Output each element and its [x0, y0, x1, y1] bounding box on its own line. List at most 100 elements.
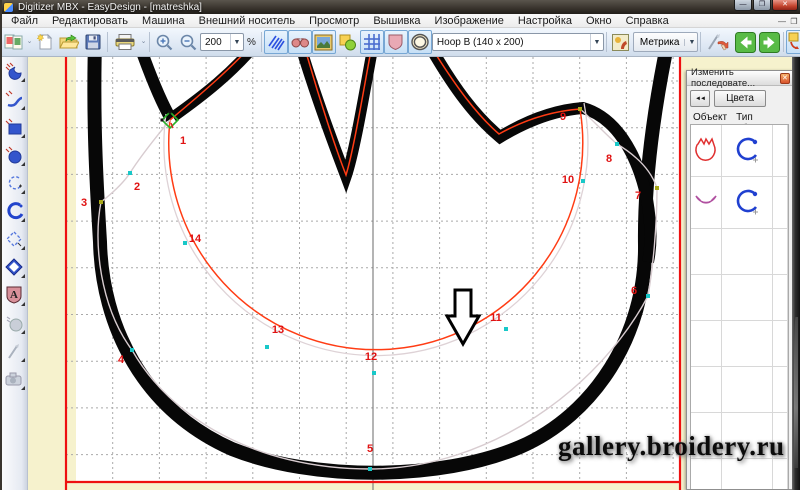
open-design-button[interactable] — [57, 30, 81, 54]
chevron-down-icon[interactable]: ▼ — [684, 39, 695, 46]
menu-item-редактировать[interactable]: Редактировать — [45, 14, 135, 28]
row-spacer — [773, 177, 788, 228]
trueview-toggle[interactable] — [288, 30, 312, 54]
chevron-down-icon[interactable]: ▼ — [590, 34, 603, 50]
stitch-point-marker[interactable] — [265, 345, 269, 349]
object-list-empty-row[interactable] — [691, 275, 788, 321]
stitch-point-marker[interactable] — [128, 171, 132, 175]
red-crown-outline[interactable] — [691, 125, 722, 176]
close-button[interactable]: ✕ — [772, 0, 798, 11]
menu-item-вышивка[interactable]: Вышивка — [366, 14, 427, 28]
menu-item-машина[interactable]: Машина — [135, 14, 192, 28]
hoop-select-combobox[interactable]: Hoop B (140 x 200) ▼ — [432, 33, 604, 51]
new-design-button[interactable] — [33, 30, 57, 54]
wand-redo-icon — [706, 32, 730, 52]
menu-item-настройка[interactable]: Настройка — [511, 14, 579, 28]
hoop-select-value: Hoop B (140 x 200) — [437, 37, 524, 48]
image-preparation-button[interactable] — [609, 30, 633, 54]
point-number-label: 3 — [81, 197, 87, 209]
new-document-icon — [36, 33, 54, 51]
maximize-button[interactable]: ❐ — [753, 0, 771, 11]
panel-title-bar[interactable]: Изменить последовате... ✕ — [687, 71, 792, 86]
point-number-label: 12 — [365, 351, 377, 363]
point-number-label: 13 — [272, 324, 284, 336]
anchor-point-marker[interactable] — [578, 107, 582, 111]
menu-item-просмотр[interactable]: Просмотр — [302, 14, 366, 28]
stitch-point-marker[interactable] — [581, 179, 585, 183]
run-stitch-icon[interactable] — [722, 177, 773, 228]
colors-button[interactable]: Цвета — [714, 90, 766, 107]
app-icon — [4, 3, 13, 12]
open-folder-icon — [59, 33, 79, 51]
show-hoop-ring-toggle[interactable] — [408, 30, 432, 54]
wand-redo-button[interactable] — [703, 30, 733, 54]
object-list-row[interactable] — [691, 177, 788, 229]
convert-object-button[interactable] — [786, 30, 800, 54]
object-list-empty-row[interactable] — [691, 321, 788, 367]
to-start-button[interactable]: ◄◄ — [690, 90, 710, 107]
show-image-toggle[interactable] — [312, 30, 336, 54]
toolbar-overflow-grip[interactable]: ⌄ — [26, 30, 33, 54]
object-list-empty-row[interactable] — [691, 229, 788, 275]
zoom-in-button[interactable] — [152, 30, 176, 54]
anchor-point-marker[interactable] — [99, 200, 103, 204]
menu-item-файл[interactable]: Файл — [4, 14, 45, 28]
point-number-label: 14 — [189, 233, 202, 245]
units-select-combobox[interactable]: Метрика ▼ — [633, 32, 699, 52]
watermark-text: gallery.broidery.ru — [558, 431, 785, 462]
menu-item-изображение[interactable]: Изображение — [428, 14, 511, 28]
zoom-level-combobox[interactable]: 200 ▼ — [200, 33, 244, 51]
print-icon — [114, 33, 136, 51]
show-hoop-toggle[interactable] — [384, 30, 408, 54]
window-left-edge — [0, 0, 2, 490]
stitch-view-toggle[interactable] — [264, 30, 288, 54]
stitch-point-marker[interactable] — [372, 371, 376, 375]
show-objects-toggle[interactable] — [336, 30, 360, 54]
hoop-shield-icon — [387, 33, 404, 51]
save-design-button[interactable] — [81, 30, 105, 54]
design-cards-button[interactable] — [2, 30, 26, 54]
convert-object-icon — [787, 32, 800, 52]
mdi-restore-button[interactable]: ❐ — [788, 17, 800, 26]
menu-item-внешний носитель[interactable]: Внешний носитель — [192, 14, 302, 28]
zoom-out-button[interactable] — [176, 30, 200, 54]
undo-button[interactable] — [733, 30, 757, 54]
panel-close-button[interactable]: ✕ — [780, 73, 790, 84]
menu-item-справка[interactable]: Справка — [619, 14, 676, 28]
chevron-down-icon[interactable]: ▼ — [230, 34, 243, 50]
stitch-point-marker[interactable] — [183, 241, 187, 245]
stitch-point-marker[interactable] — [504, 327, 508, 331]
purple-crescent-outline[interactable] — [691, 177, 722, 228]
minimize-button[interactable]: — — [734, 0, 752, 11]
row-spacer — [773, 125, 788, 176]
objects-icon — [338, 33, 357, 51]
toolbar-overflow-grip2[interactable]: ⌄ — [140, 30, 147, 54]
stitch-point-marker[interactable] — [646, 294, 650, 298]
back-icon — [735, 32, 756, 53]
object-list-empty-row[interactable] — [691, 459, 788, 489]
mdi-window-controls: — ❐ — [776, 14, 800, 28]
show-grid-toggle[interactable] — [360, 30, 384, 54]
object-list-empty-row[interactable] — [691, 367, 788, 413]
point-number-label: 8 — [606, 153, 612, 165]
point-number-label: 1 — [180, 135, 186, 147]
mdi-minimize-button[interactable]: — — [776, 17, 788, 26]
design-canvas[interactable]: 1234567891011121314 — [28, 57, 800, 490]
object-list-row[interactable] — [691, 125, 788, 177]
stitch-point-marker[interactable] — [130, 348, 134, 352]
redo-button[interactable] — [757, 30, 781, 54]
point-number-label: 6 — [631, 285, 637, 297]
anchor-point-marker[interactable] — [655, 186, 659, 190]
stitch-point-marker[interactable] — [368, 467, 372, 471]
hoop-ring-icon — [410, 33, 430, 51]
background-image-icon — [314, 34, 333, 51]
point-number-label: 2 — [134, 181, 140, 193]
stitch-point-marker[interactable] — [615, 142, 619, 146]
image-prep-icon — [611, 33, 630, 52]
grid-icon — [363, 33, 381, 51]
run-stitch-icon[interactable] — [722, 125, 773, 176]
application-window: Digitizer MBX - EasyDesign - [matreshka]… — [0, 0, 800, 490]
menu-item-окно[interactable]: Окно — [579, 14, 619, 28]
print-button[interactable] — [110, 30, 140, 54]
menu-bar: ФайлРедактироватьМашинаВнешний носительП… — [0, 14, 800, 28]
